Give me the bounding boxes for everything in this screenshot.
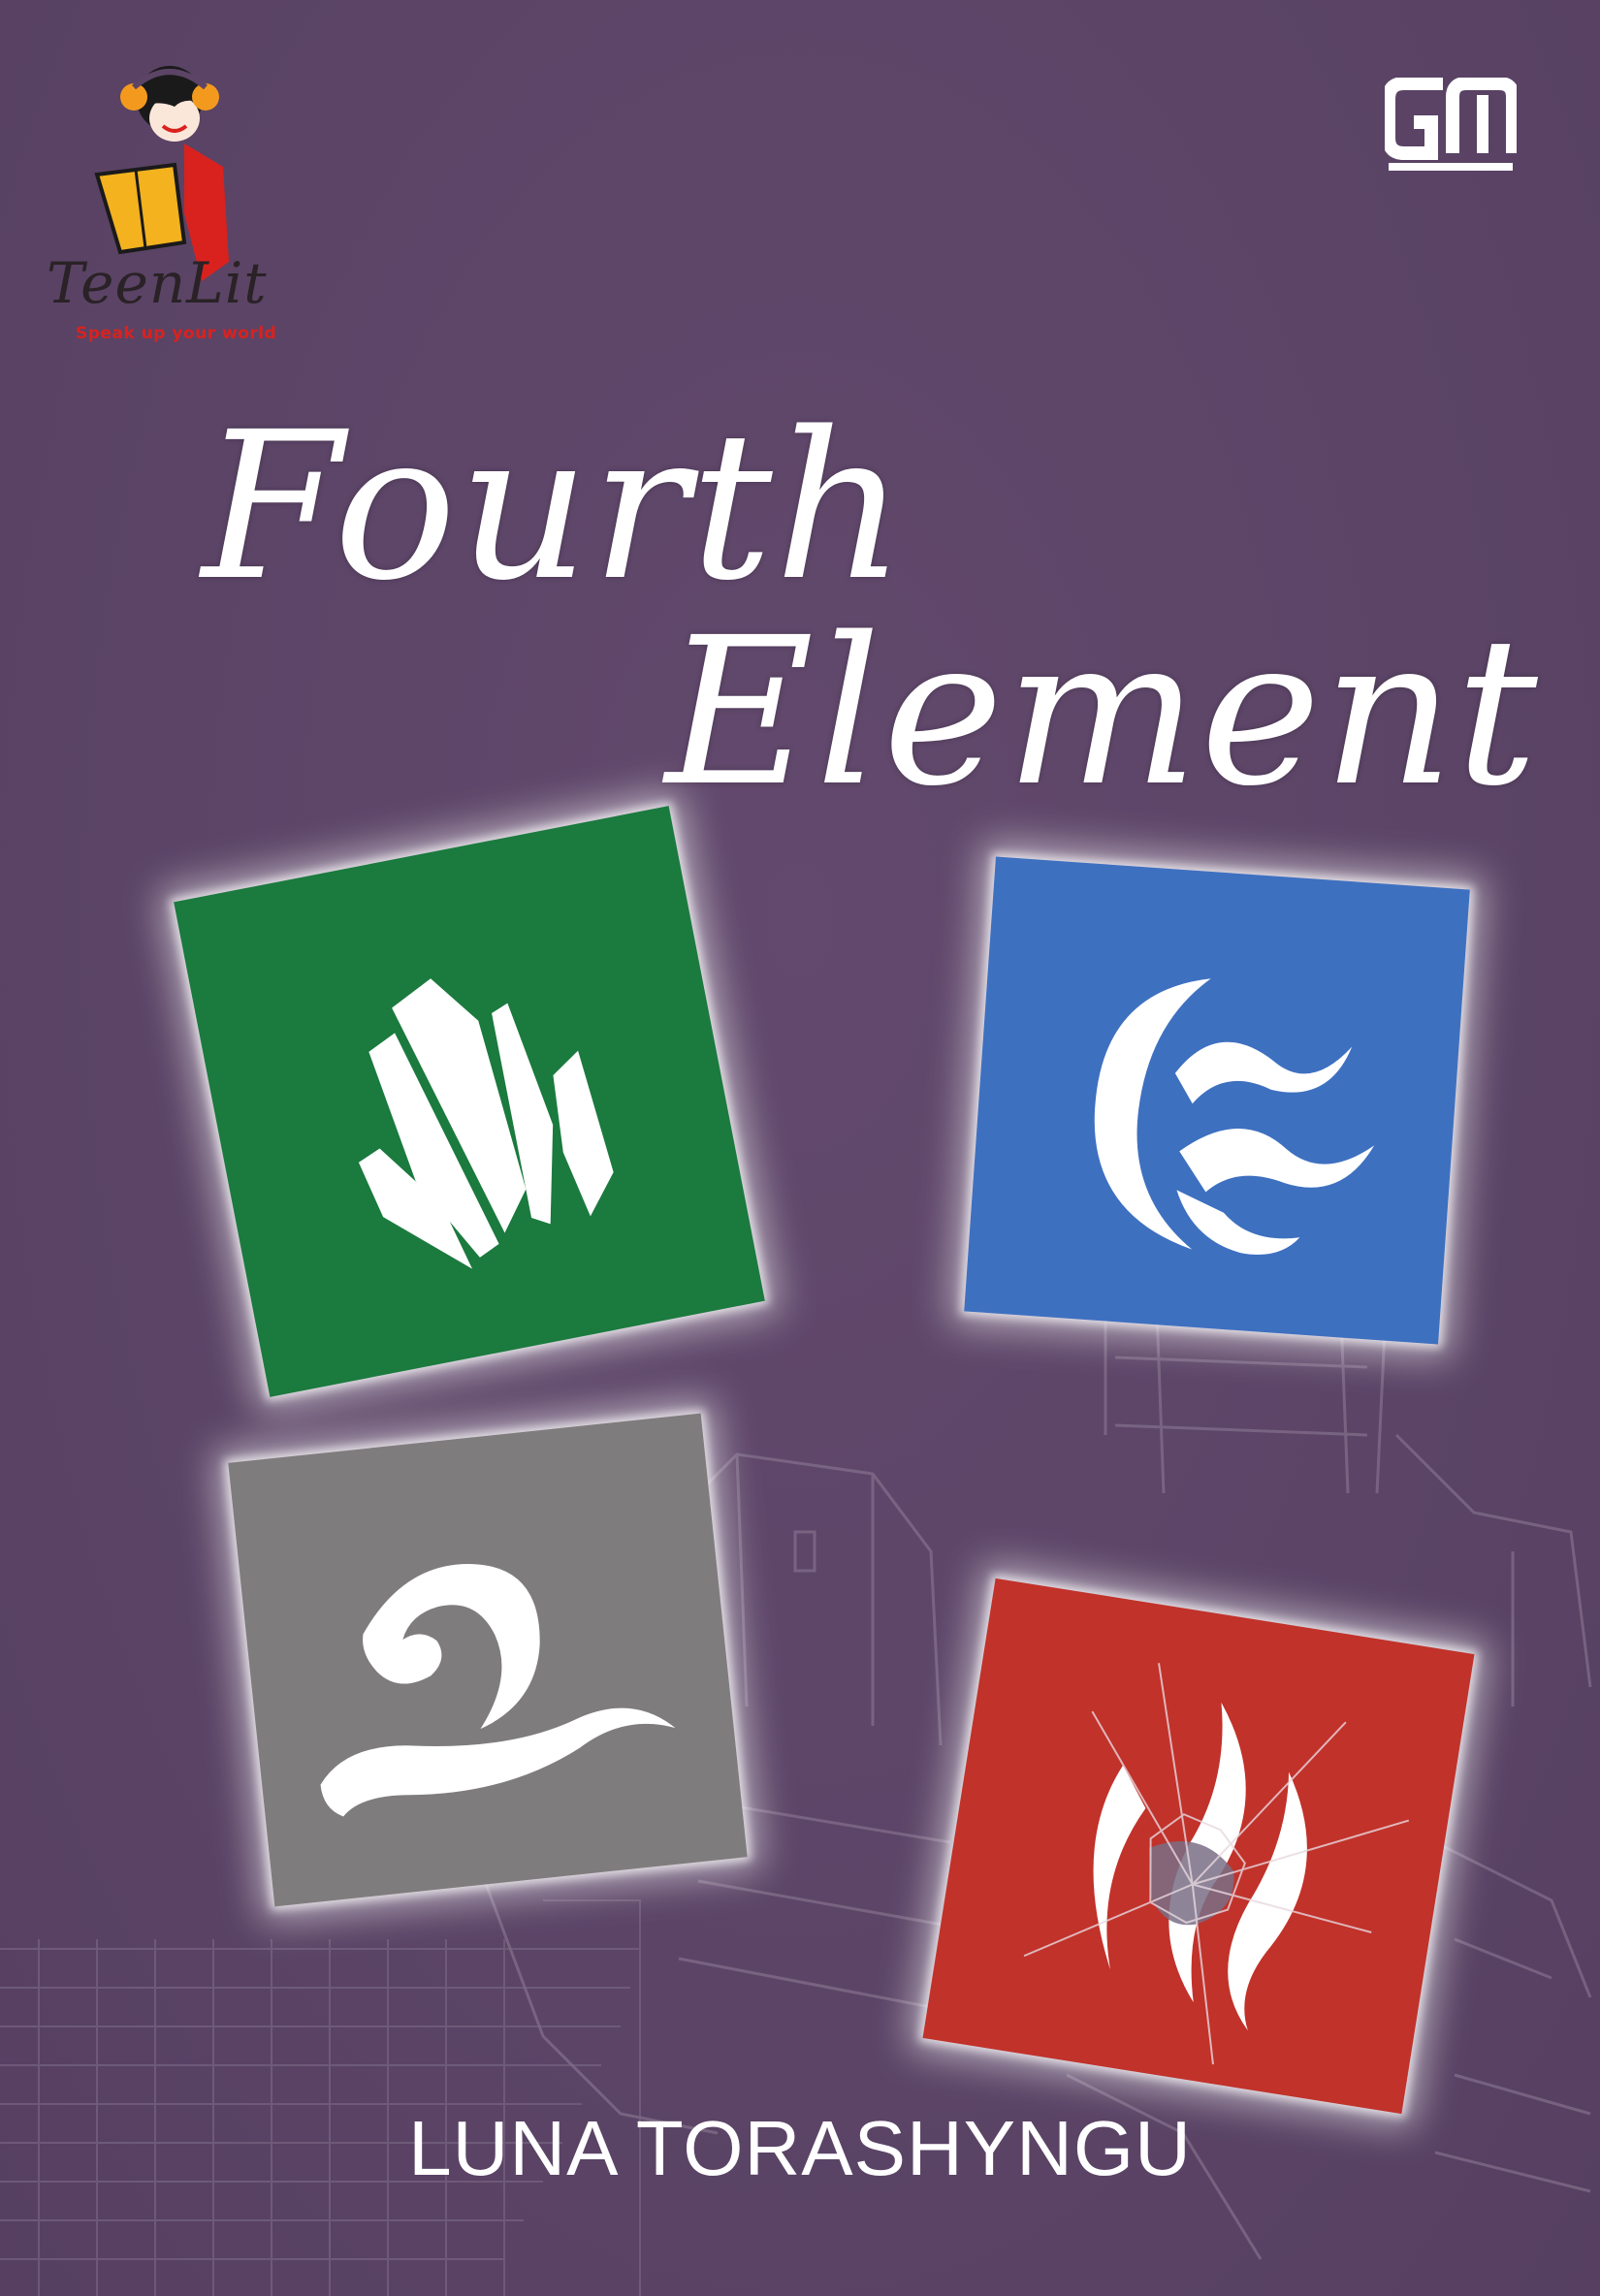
wave-icon: [1094, 978, 1375, 1255]
flame-icon: [1023, 1663, 1410, 2065]
title-line-2: Element: [665, 593, 1540, 831]
imprint-tagline: Speak up your world: [76, 324, 277, 343]
air-tile: [228, 1413, 748, 1907]
water-tile: [964, 856, 1470, 1345]
wind-swirl-icon: [320, 1564, 676, 1817]
crystal-icon: [358, 978, 614, 1269]
title-line-1: Fourth: [202, 388, 908, 625]
imprint-name: TeenLit: [47, 250, 268, 316]
earth-tile: [174, 806, 765, 1397]
author-name: LUNA TORASHYNGU: [408, 2105, 1192, 2191]
gm-logo: [1385, 78, 1517, 171]
book-cover: TeenLit Speak up your world Fourth Eleme…: [0, 0, 1600, 2296]
fire-tile: [922, 1578, 1475, 2115]
